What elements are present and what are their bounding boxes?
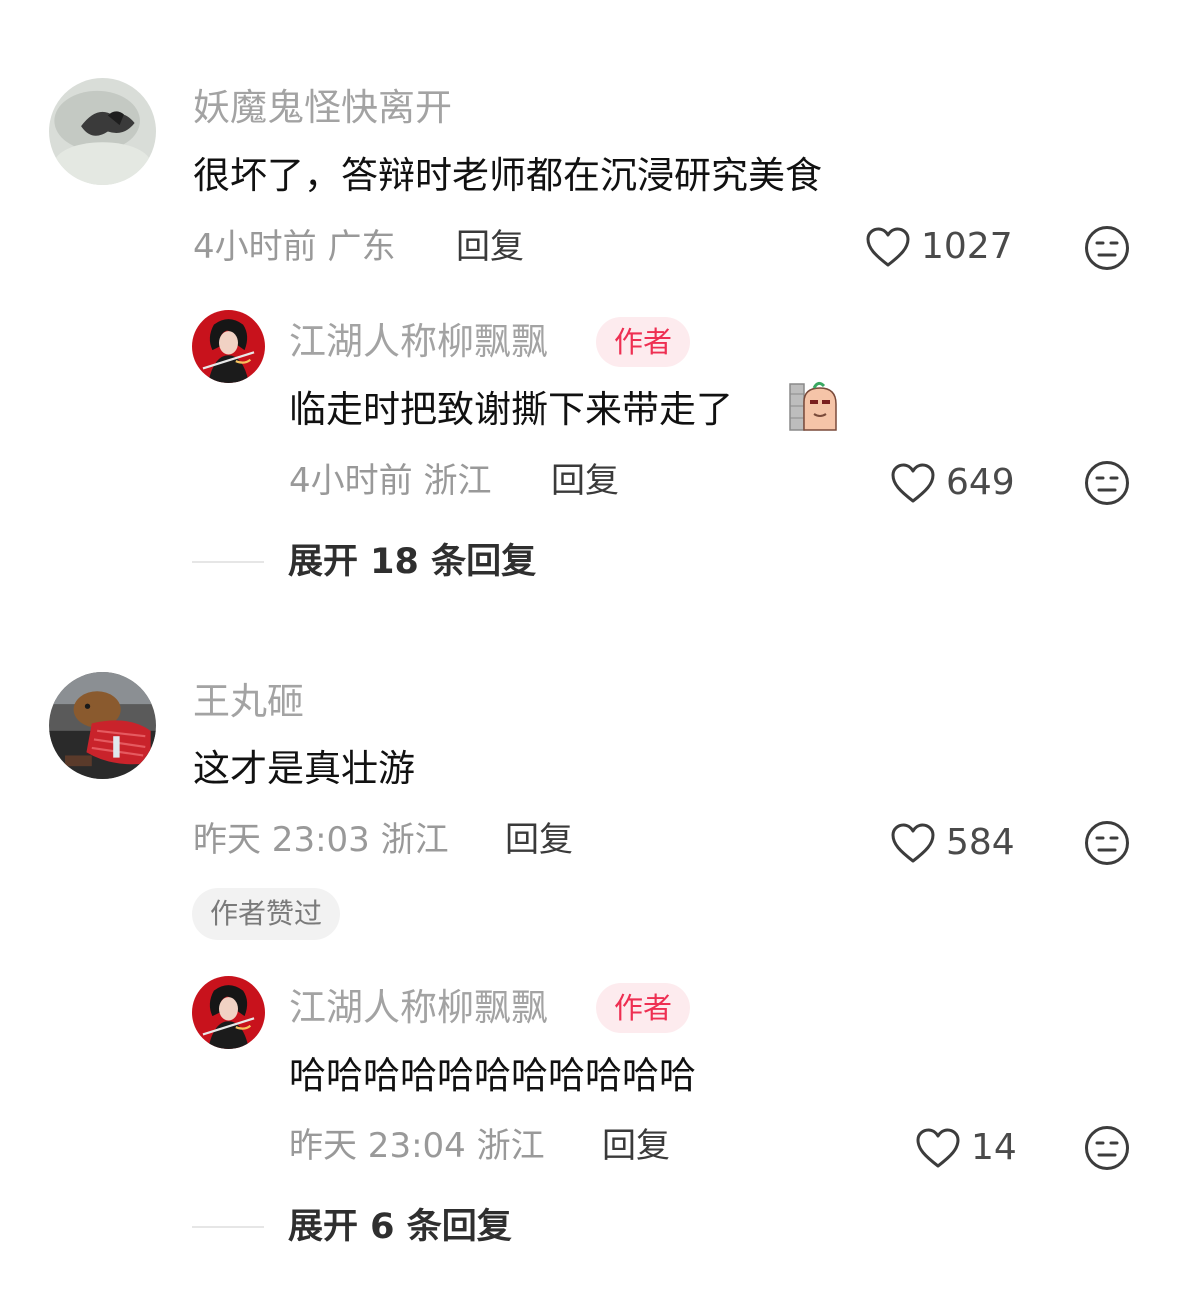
reply-text: 临走时把致谢撕下来带走了 [289,388,733,431]
reply-button[interactable]: 回复 [456,226,524,268]
reply-button[interactable]: 回复 [551,460,619,502]
divider [192,561,264,563]
like-count: 14 [971,1127,1017,1168]
heart-outline-icon [891,463,935,503]
reply-button[interactable]: 回复 [602,1125,670,1167]
comment-meta: 4小时前 广东 [193,227,396,267]
username[interactable]: 妖魔鬼怪快离开 [193,86,452,130]
reply-button[interactable]: 回复 [505,819,573,861]
heart-outline-icon [866,227,910,267]
avatar[interactable] [192,976,265,1049]
expand-replies[interactable]: 展开 6 条回复 [192,1205,512,1249]
like-button[interactable]: 1027 [865,223,1013,271]
reply-meta: 昨天 23:04 浙江 [289,1126,545,1166]
like-button[interactable]: 14 [915,1124,1017,1172]
meh-face-icon[interactable] [1084,820,1130,866]
avatar[interactable] [192,310,265,383]
username[interactable]: 江湖人称柳飘飘 [289,986,548,1030]
like-count: 1027 [921,226,1013,267]
comment-meta: 昨天 23:03 浙江 [193,820,449,860]
like-count: 584 [946,822,1015,863]
username[interactable]: 江湖人称柳飘飘 [289,320,548,364]
expand-replies-label: 展开 18 条回复 [288,542,537,582]
expand-replies[interactable]: 展开 18 条回复 [192,540,536,584]
like-count: 649 [946,462,1015,503]
avatar[interactable] [49,672,156,779]
meh-face-icon[interactable] [1084,1125,1130,1171]
like-button[interactable]: 649 [890,459,1015,507]
author-liked-badge: 作者赞过 [192,888,341,940]
heart-outline-icon [891,823,935,863]
meh-face-icon[interactable] [1084,225,1130,271]
peeking-sticker [788,380,840,432]
author-badge: 作者 [596,983,691,1033]
divider [192,1226,264,1228]
reply-meta: 4小时前 浙江 [289,461,492,501]
username[interactable]: 王丸砸 [193,680,304,724]
comment-text: 这才是真壮游 [193,747,415,790]
heart-outline-icon [916,1128,960,1168]
comment-text: 很坏了，答辩时老师都在沉浸研究美食 [193,154,822,197]
avatar[interactable] [49,78,156,185]
expand-replies-label: 展开 6 条回复 [288,1207,512,1247]
like-button[interactable]: 584 [890,819,1015,867]
author-badge: 作者 [596,317,691,367]
reply-text: 哈哈哈哈哈哈哈哈哈哈哈 [289,1054,696,1097]
meh-face-icon[interactable] [1084,460,1130,506]
